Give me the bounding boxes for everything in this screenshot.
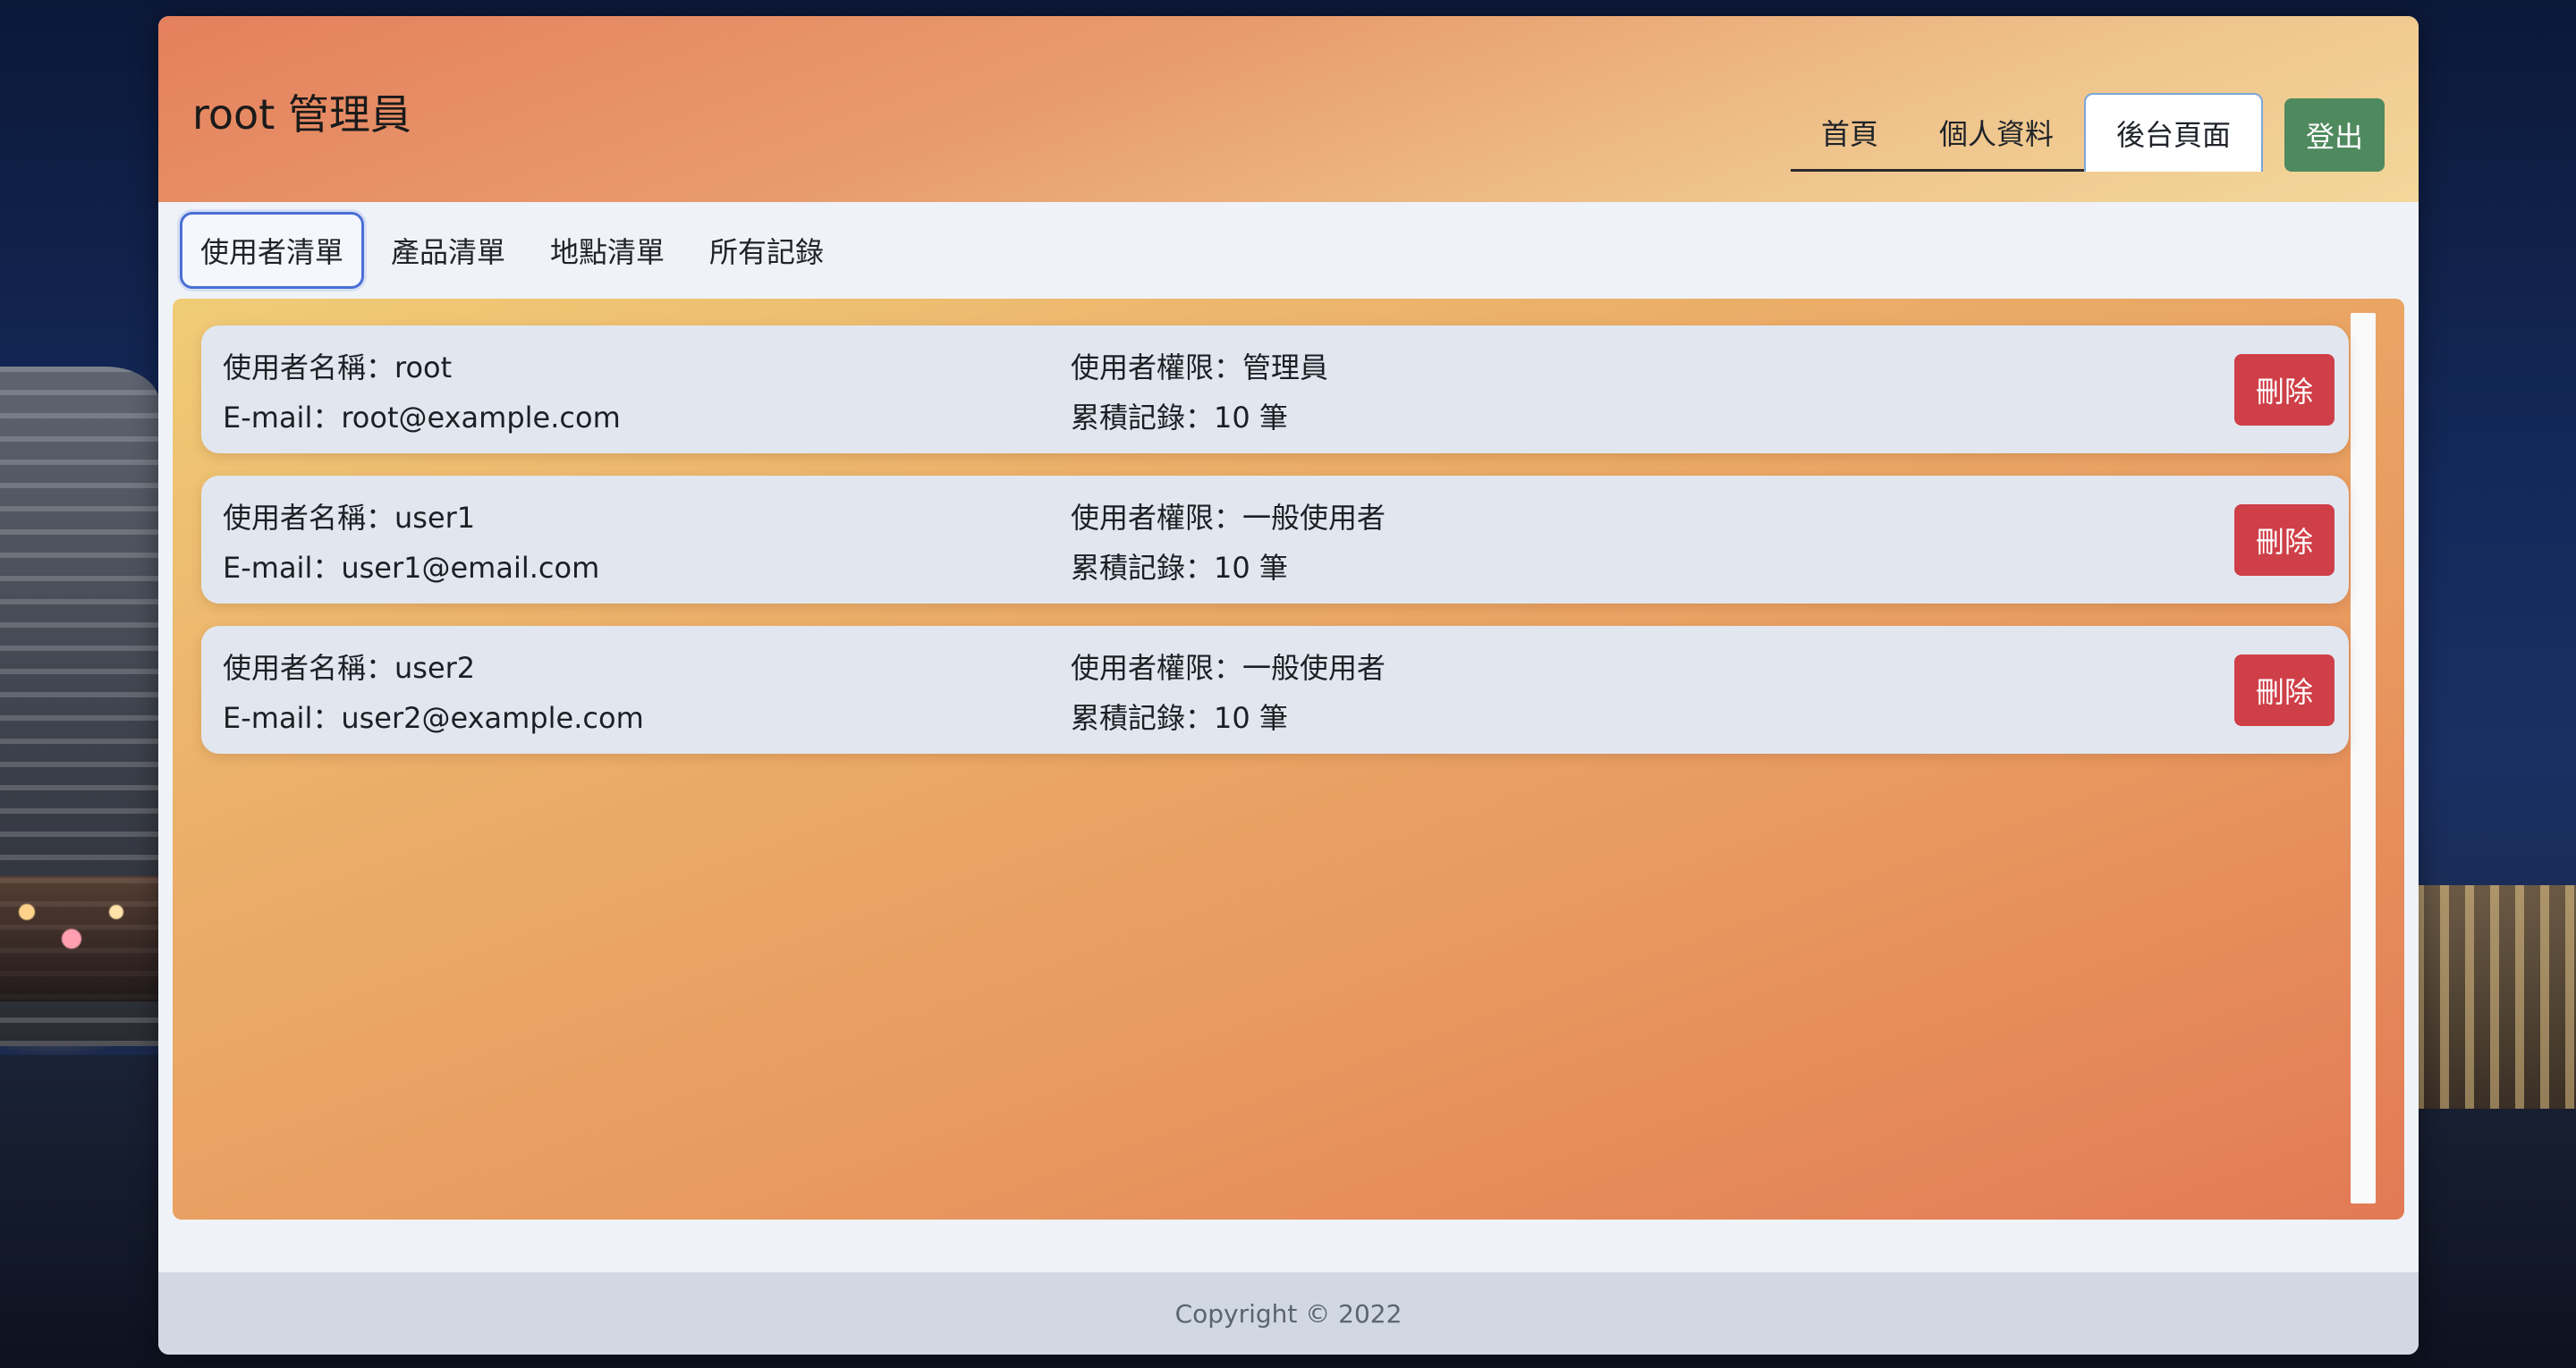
user-email: E-mail：user2@example.com: [223, 701, 644, 735]
user-role: 使用者權限：一般使用者: [1071, 501, 1386, 535]
nav-tabs: 首頁 個人資料 後台頁面: [1790, 93, 2263, 172]
brand-title: root 管理員: [192, 90, 411, 139]
background-building-right: [2415, 885, 2576, 1109]
user-records: 累積記錄：10 筆: [1071, 401, 1288, 435]
delete-user-button[interactable]: 刪除: [2234, 504, 2334, 576]
nav-admin[interactable]: 後台頁面: [2083, 93, 2263, 172]
user-name: 使用者名稱：user2: [223, 651, 476, 685]
header: root 管理員 首頁 個人資料 後台頁面 登出: [158, 16, 2419, 202]
nav-home[interactable]: 首頁: [1791, 96, 1909, 169]
content-area: 使用者名稱：root E-mail：root@example.com 使用者權限…: [158, 299, 2419, 1253]
admin-subnav: 使用者清單 產品清單 地點清單 所有記錄: [158, 202, 2419, 299]
copyright-text: Copyright © 2022: [1174, 1298, 1402, 1329]
footer: Copyright © 2022: [158, 1272, 2419, 1355]
user-role: 使用者權限：管理員: [1071, 350, 1329, 384]
user-email: E-mail：root@example.com: [223, 401, 621, 435]
delete-user-button[interactable]: 刪除: [2234, 354, 2334, 426]
nav-profile[interactable]: 個人資料: [1909, 96, 2084, 169]
user-name: 使用者名稱：root: [223, 350, 453, 384]
delete-user-button[interactable]: 刪除: [2234, 654, 2334, 726]
user-records: 累積記錄：10 筆: [1071, 701, 1288, 735]
user-records: 累積記錄：10 筆: [1071, 551, 1288, 585]
tab-all-records[interactable]: 所有記錄: [691, 212, 842, 289]
tab-user-list[interactable]: 使用者清單: [180, 212, 365, 289]
logout-button[interactable]: 登出: [2284, 98, 2385, 172]
user-list-panel: 使用者名稱：root E-mail：root@example.com 使用者權限…: [173, 299, 2404, 1220]
tab-product-list[interactable]: 產品清單: [373, 212, 523, 289]
user-card: 使用者名稱：user1 E-mail：user1@email.com 使用者權限…: [201, 476, 2349, 604]
app-window: root 管理員 首頁 個人資料 後台頁面 登出 使用者清單 產品清單 地點清單…: [158, 16, 2419, 1355]
user-card: 使用者名稱：user2 E-mail：user2@example.com 使用者…: [201, 626, 2349, 754]
scrollbar[interactable]: [2351, 313, 2376, 1203]
tab-location-list[interactable]: 地點清單: [532, 212, 682, 289]
user-email: E-mail：user1@email.com: [223, 551, 600, 585]
top-nav: 首頁 個人資料 後台頁面 登出: [1790, 93, 2419, 172]
background-lights-left: [0, 876, 159, 1001]
user-name: 使用者名稱：user1: [223, 501, 476, 535]
user-card: 使用者名稱：root E-mail：root@example.com 使用者權限…: [201, 325, 2349, 453]
user-role: 使用者權限：一般使用者: [1071, 651, 1386, 685]
